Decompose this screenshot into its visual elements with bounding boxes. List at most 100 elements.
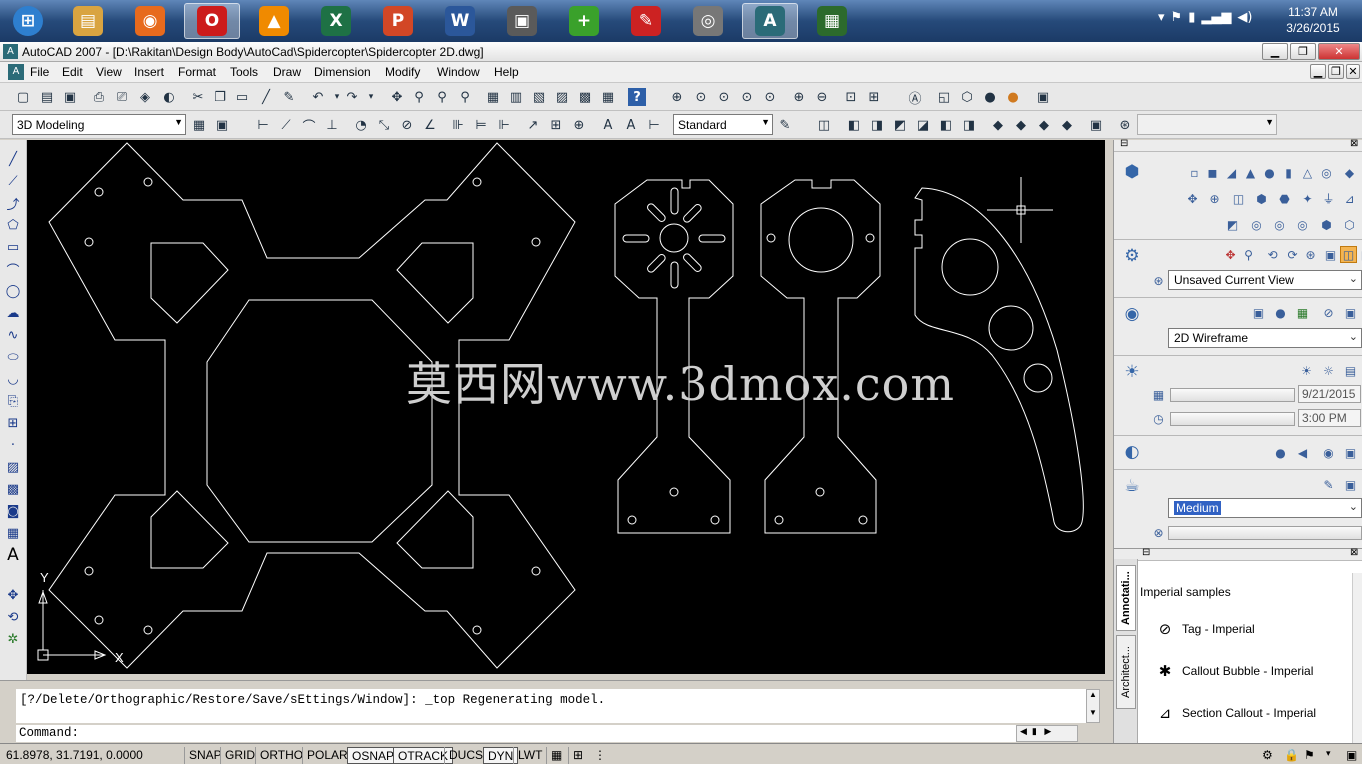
polyline-icon[interactable]: ⤴ bbox=[4, 194, 22, 213]
taskbar-app-feather-button[interactable]: ✎ bbox=[618, 3, 674, 39]
view-sw-icon[interactable]: ◨ bbox=[960, 116, 978, 134]
loft-icon[interactable]: ⬢ bbox=[1253, 190, 1270, 207]
tool-palettes-icon[interactable]: ▧ bbox=[530, 88, 548, 106]
material-sphere-icon[interactable]: ● bbox=[1272, 444, 1289, 461]
wireframe-2d-icon[interactable]: ▣ bbox=[1250, 304, 1267, 321]
menu-modify[interactable]: Modify bbox=[385, 65, 420, 79]
realistic-icon[interactable]: ● bbox=[1272, 304, 1289, 321]
menu-draw[interactable]: Draw bbox=[273, 65, 301, 79]
autocad-app-icon[interactable]: A bbox=[3, 44, 18, 59]
taskbar-media-disc-button[interactable]: ◎ bbox=[680, 3, 736, 39]
view-top-icon[interactable]: ◫ bbox=[815, 116, 833, 134]
dim-edit-icon[interactable]: A bbox=[599, 116, 617, 134]
redo-icon[interactable]: ↷ bbox=[343, 88, 361, 106]
status-menu-icon[interactable]: ▾ bbox=[1322, 747, 1335, 764]
material-attach-icon[interactable]: ◀ bbox=[1294, 444, 1311, 461]
zoom-3d-icon[interactable]: ⚲ bbox=[1240, 246, 1257, 263]
tray-expand-icon[interactable]: ▾ bbox=[1158, 10, 1165, 25]
sun-properties-icon[interactable]: ☼ bbox=[1320, 362, 1337, 379]
publish-icon[interactable]: ◈ bbox=[136, 88, 154, 106]
camera-3d-icon[interactable]: ▣ bbox=[1322, 246, 1339, 263]
command-hscrollbar[interactable]: ◀ ▮ ▶ bbox=[1016, 725, 1078, 742]
revision-cloud-icon[interactable]: ☁ bbox=[4, 304, 22, 322]
diameter-dim-icon[interactable]: ⊘ bbox=[398, 116, 416, 134]
open-icon[interactable]: ▤ bbox=[38, 88, 56, 106]
sun-status-icon[interactable]: ☀ bbox=[1298, 362, 1315, 379]
region-icon[interactable]: ◙ bbox=[4, 502, 22, 520]
render-window-icon[interactable]: ▣ bbox=[1342, 476, 1359, 493]
toggle-ducs[interactable]: DUCS bbox=[444, 747, 487, 764]
calendar-icon[interactable]: ▦ bbox=[1150, 386, 1167, 403]
doc-restore-button[interactable]: ❐ bbox=[1328, 64, 1344, 79]
light-list-icon[interactable]: ▤ bbox=[1342, 362, 1359, 379]
zoom-dynamic-icon[interactable]: ⊙ bbox=[692, 88, 710, 106]
system-clock[interactable]: 11:37 AM 3/26/2015 bbox=[1278, 4, 1348, 36]
gradient-icon[interactable]: ▩ bbox=[4, 480, 22, 498]
match-properties-icon[interactable]: ╱ bbox=[257, 88, 275, 106]
copy-icon[interactable]: ❐ bbox=[211, 88, 229, 106]
material-map-icon[interactable]: ◉ bbox=[1320, 444, 1337, 461]
aligned-dim-icon[interactable]: ⟋ bbox=[277, 116, 295, 134]
pan-3d-icon[interactable]: ✥ bbox=[1222, 246, 1239, 263]
taskbar-vlc-button[interactable]: ▲ bbox=[246, 3, 302, 39]
save-icon[interactable]: ▣ bbox=[61, 88, 79, 106]
perspective-icon[interactable]: ◫ bbox=[1340, 246, 1357, 263]
menu-help[interactable]: Help bbox=[494, 65, 519, 79]
angular-dim-icon[interactable]: ∠ bbox=[421, 116, 439, 134]
clean-screen-icon[interactable]: ▣ bbox=[1342, 747, 1361, 764]
view-right-icon[interactable]: ◩ bbox=[891, 116, 909, 134]
model-space-icon[interactable]: ▦ bbox=[546, 747, 566, 764]
tab-architectural[interactable]: Architect... bbox=[1116, 635, 1136, 709]
insert-block-icon[interactable]: ⎘ bbox=[4, 392, 22, 410]
paste-icon[interactable]: ▭ bbox=[233, 88, 251, 106]
interfere-icon[interactable]: ◎ bbox=[1294, 216, 1311, 233]
quick-leader-icon[interactable]: ↗ bbox=[524, 116, 542, 134]
palette-item-callout-bubble[interactable]: ✱ Callout Bubble - Imperial bbox=[1152, 659, 1314, 683]
polygon-icon[interactable]: ⬠ bbox=[4, 216, 22, 234]
layer-state-icon[interactable]: ⊛ bbox=[1116, 116, 1134, 134]
date-slider[interactable] bbox=[1170, 388, 1295, 402]
palette-item-tag[interactable]: ⊘ Tag - Imperial bbox=[1152, 617, 1255, 641]
zoom-in-icon[interactable]: ⊕ bbox=[668, 88, 686, 106]
taskbar-word-button[interactable]: W bbox=[432, 3, 488, 39]
help-icon[interactable]: ? bbox=[628, 88, 646, 106]
collapse-icon[interactable]: ⊟ bbox=[1120, 138, 1128, 149]
menu-edit[interactable]: Edit bbox=[62, 65, 83, 79]
spline-icon[interactable]: ∿ bbox=[4, 326, 22, 344]
union-icon[interactable]: ◩ bbox=[1224, 216, 1241, 233]
radius-dim-icon[interactable]: ◔ bbox=[352, 116, 370, 134]
zoom-in2-icon[interactable]: ⊕ bbox=[790, 88, 808, 106]
linear-dim-icon[interactable]: ⊢ bbox=[254, 116, 272, 134]
taskbar-powerpoint-button[interactable]: P bbox=[370, 3, 426, 39]
toggle-polar[interactable]: POLAR bbox=[302, 747, 352, 764]
3d-make-panel-icon[interactable]: ⬢ bbox=[1120, 160, 1144, 184]
imprint-icon[interactable]: ⬢ bbox=[1318, 216, 1335, 233]
doc-close-button[interactable]: ✕ bbox=[1346, 64, 1360, 79]
thicken-icon[interactable]: ⊿ bbox=[1341, 190, 1358, 207]
table-icon[interactable]: ▦ bbox=[4, 524, 22, 542]
toggle-grid[interactable]: GRID bbox=[220, 747, 259, 764]
separate-icon[interactable]: ⬡ bbox=[1341, 216, 1358, 233]
sweep-icon[interactable]: ◫ bbox=[1230, 190, 1247, 207]
materials-panel-icon[interactable]: ◐ bbox=[1120, 440, 1144, 464]
close-button[interactable]: ✕ bbox=[1318, 43, 1360, 60]
workspace-settings-icon[interactable]: ▦ bbox=[190, 116, 208, 134]
clock-icon[interactable]: ◷ bbox=[1150, 410, 1167, 427]
new-icon[interactable]: ▢ bbox=[14, 88, 32, 106]
menu-window[interactable]: Window bbox=[437, 65, 480, 79]
render-cancel-icon[interactable]: ⊗ bbox=[1150, 524, 1167, 541]
point-icon[interactable]: · bbox=[4, 436, 22, 454]
plot-preview-icon[interactable]: ⎚ bbox=[113, 88, 131, 106]
doc-minimize-button[interactable]: ▁ bbox=[1310, 64, 1326, 79]
signal-icon[interactable]: ▂▄▆ bbox=[1201, 10, 1231, 25]
dim-style-icon[interactable]: ✎ bbox=[776, 116, 794, 134]
3d-dwf-icon[interactable]: ◐ bbox=[160, 88, 178, 106]
block-editor-icon[interactable]: ✎ bbox=[280, 88, 298, 106]
materials-manager-icon[interactable]: ▣ bbox=[1342, 444, 1359, 461]
visual-style-combo[interactable]: 2D Wireframe ⌄ bbox=[1168, 328, 1362, 348]
tolerance-icon[interactable]: ⊞ bbox=[547, 116, 565, 134]
subtract-icon[interactable]: ◎ bbox=[1248, 216, 1265, 233]
camera-icon[interactable]: ▣ bbox=[1087, 116, 1105, 134]
time-field[interactable]: 3:00 PM bbox=[1298, 409, 1361, 427]
visual-styles-manager-icon[interactable]: ▣ bbox=[1342, 304, 1359, 321]
